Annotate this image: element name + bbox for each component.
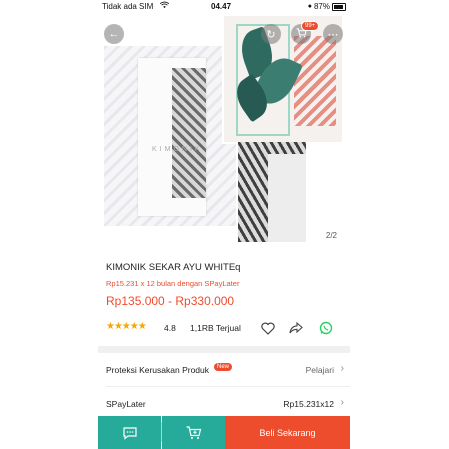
battery-icon: [332, 2, 346, 11]
whatsapp-share-button[interactable]: [318, 320, 334, 336]
chat-icon: [122, 426, 137, 440]
more-options-button[interactable]: ⋯: [323, 24, 343, 44]
add-to-cart-button[interactable]: [162, 416, 225, 449]
brand-watermark: KIMONIK: [152, 146, 203, 153]
product-image-kimono: KIMONIK: [104, 46, 236, 226]
back-arrow-icon: ←: [108, 28, 120, 40]
row-value: Pelajari: [305, 365, 334, 375]
row-label: Proteksi Kerusakan Produk: [106, 365, 209, 375]
cart-count-badge: 99+: [301, 21, 320, 31]
product-title: KIMONIK SEKAR AYU WHITEq: [106, 262, 241, 273]
wifi-icon: [159, 1, 170, 11]
new-badge: New: [214, 363, 233, 371]
product-image-detail: [238, 142, 306, 242]
favorite-button[interactable]: [260, 320, 276, 336]
heart-icon: [261, 322, 275, 335]
battery-percent: 87%: [313, 2, 330, 11]
back-button[interactable]: ←: [104, 24, 124, 44]
bottom-action-bar: Beli Sekarang: [98, 416, 350, 449]
more-icon: ⋯: [327, 28, 339, 41]
app-screen: Tidak ada SIM 04.47 ● 87% KIMONIK ← ↻ 99…: [98, 0, 350, 449]
row-damage-protection[interactable]: Proteksi Kerusakan Produk New Pelajari ›: [98, 357, 350, 381]
rating-stars: ★★★★★: [106, 321, 147, 332]
row-label: SPayLater: [106, 399, 146, 409]
row-value: Rp15.231x12: [283, 399, 334, 409]
chat-button[interactable]: [98, 416, 161, 449]
product-image-gallery[interactable]: KIMONIK ← ↻ 99+ ⋯ 2/2: [98, 14, 350, 250]
share-icon: ↻: [266, 28, 276, 41]
add-to-cart-icon: [186, 425, 201, 439]
whatsapp-icon: [319, 321, 333, 335]
share-button[interactable]: ↻: [261, 24, 281, 44]
chevron-right-icon: ›: [340, 363, 344, 374]
clock: 04.47: [211, 2, 232, 11]
share-product-button[interactable]: [288, 320, 304, 336]
status-bar: Tidak ada SIM 04.47 ● 87%: [98, 0, 350, 13]
section-divider: [98, 346, 350, 353]
forward-icon: [289, 322, 303, 334]
image-page-indicator: 2/2: [322, 230, 340, 241]
rating-row: ★★★★★ 4.8 1,1RB Terjual: [106, 320, 346, 336]
price-range: Rp135.000 - Rp330.000: [106, 294, 235, 308]
orientation-lock-icon: ●: [307, 3, 312, 10]
installment-info[interactable]: Rp15.231 x 12 bulan dengan SPayLater: [106, 279, 239, 288]
sold-count: 1,1RB Terjual: [190, 323, 241, 333]
row-spaylater[interactable]: SPayLater Rp15.231x12 ›: [98, 391, 350, 415]
carrier-text: Tidak ada SIM: [102, 2, 154, 11]
chevron-right-icon: ›: [340, 397, 344, 408]
rating-value: 4.8: [164, 323, 176, 333]
buy-now-button[interactable]: Beli Sekarang: [225, 416, 350, 449]
row-divider: [106, 386, 350, 387]
